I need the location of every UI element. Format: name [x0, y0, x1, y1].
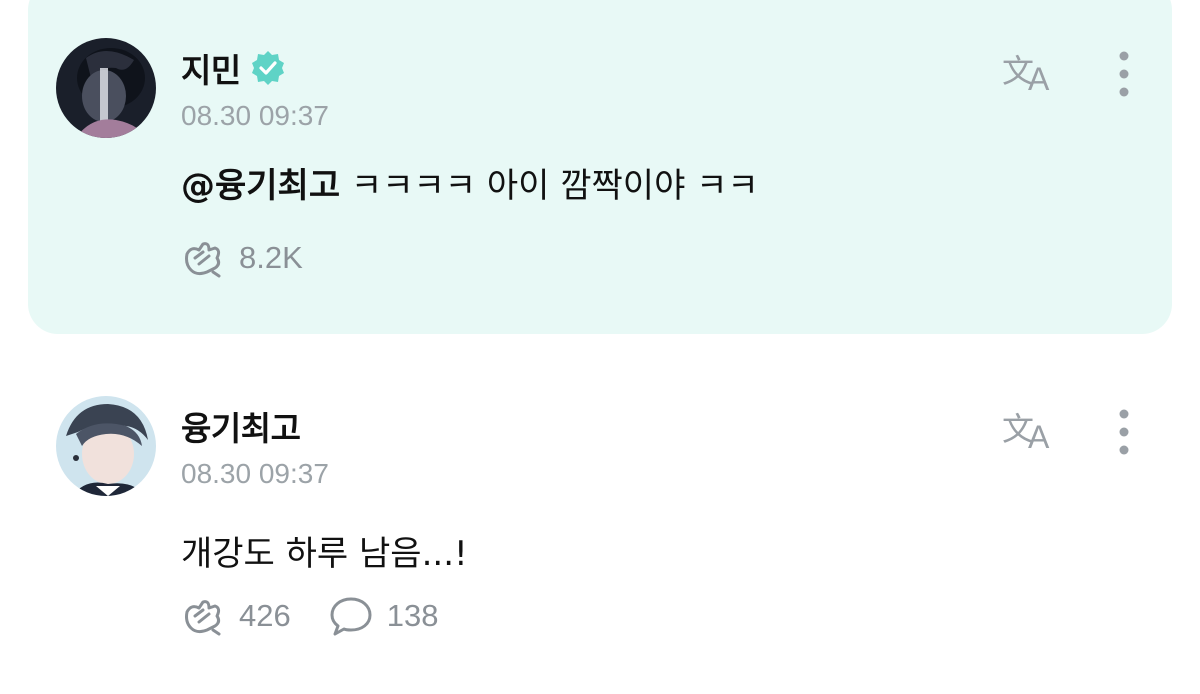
- like-count: 8.2K: [239, 240, 303, 275]
- svg-text:A: A: [1028, 419, 1050, 455]
- post-text: @융기최고 ㅋㅋㅋㅋ 아이 깜짝이야 ㅋㅋ: [181, 158, 759, 207]
- more-vertical-icon[interactable]: [1108, 406, 1140, 458]
- post-timestamp: 08.30 09:37: [181, 458, 329, 489]
- post-text-body: ㅋㅋㅋㅋ 아이 깜짝이야 ㅋㅋ: [340, 166, 759, 206]
- translate-icon[interactable]: 文 A: [1000, 406, 1060, 456]
- author-row: 융기최고: [181, 402, 301, 450]
- like-count: 426: [239, 598, 291, 633]
- post-actions: 426 138: [181, 596, 476, 636]
- comment-button[interactable]: 138: [329, 596, 439, 636]
- mention-link[interactable]: @융기최고: [181, 166, 340, 206]
- avatar[interactable]: [56, 396, 156, 496]
- applause-icon: [181, 596, 225, 636]
- avatar[interactable]: [56, 38, 156, 138]
- post-actions: 8.2K: [181, 238, 341, 278]
- comment-count: 138: [386, 598, 439, 633]
- post-timestamp: 08.30 09:37: [181, 100, 329, 131]
- verified-badge-icon: [249, 49, 287, 87]
- like-button[interactable]: 8.2K: [181, 238, 303, 278]
- comment-feed: 지민 08.30 09:37 @융기최고 ㅋㅋㅋㅋ 아이 깜짝이야 ㅋㅋ 8.2…: [0, 0, 1200, 694]
- author-name[interactable]: 융기최고: [181, 402, 301, 450]
- author-row: 지민: [181, 44, 287, 92]
- translate-icon[interactable]: 文 A: [1000, 48, 1060, 98]
- comment-bubble-icon: [329, 596, 373, 636]
- svg-text:A: A: [1028, 61, 1050, 97]
- applause-icon: [181, 238, 225, 278]
- post-text: 개강도 하루 남음...!: [181, 534, 468, 574]
- author-name[interactable]: 지민: [181, 44, 241, 92]
- like-button[interactable]: 426: [181, 596, 291, 636]
- more-vertical-icon[interactable]: [1108, 48, 1140, 100]
